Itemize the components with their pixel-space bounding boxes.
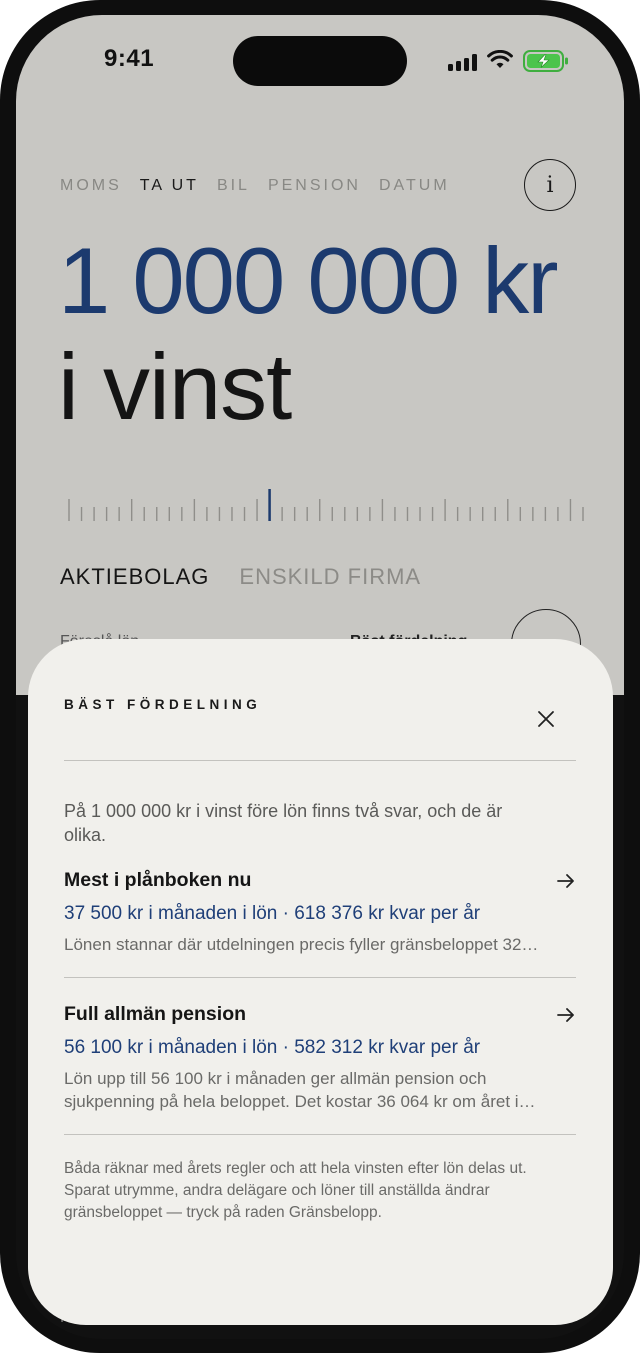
tab-datum[interactable]: DATUM — [379, 177, 450, 195]
amount-slider[interactable] — [66, 485, 586, 525]
option-divider — [64, 977, 576, 978]
wifi-icon — [487, 50, 513, 68]
option-divider — [64, 1134, 576, 1135]
option-summary: 37 500 kr i månaden i lön · 618 376 kr k… — [64, 903, 481, 924]
tab-bil[interactable]: BIL — [217, 177, 250, 195]
arrow-right-icon — [557, 1008, 574, 1022]
screen: 9:41 MOMS TA UT BIL PENSION DATUM i 1 00… — [16, 15, 624, 1339]
tab-aktiebolag[interactable]: AKTIEBOLAG — [60, 564, 209, 590]
best-distribution-sheet: BÄST FÖRDELNING På 1 000 000 kr i vinst … — [28, 639, 613, 1325]
sheet-intro: På 1 000 000 kr i vinst före lön finns t… — [64, 801, 503, 845]
phone-frame: 9:41 MOMS TA UT BIL PENSION DATUM i 1 00… — [0, 0, 640, 1353]
tab-pension[interactable]: PENSION — [268, 177, 361, 195]
tab-enskild-firma[interactable]: ENSKILD FIRMA — [239, 564, 421, 590]
arrow-right-icon — [557, 874, 574, 888]
option-most-in-wallet[interactable]: Mest i plånboken nu 37 500 kr i månaden … — [64, 869, 576, 956]
close-icon[interactable] — [536, 709, 556, 729]
status-time: 9:41 — [104, 45, 155, 72]
sheet-divider — [64, 760, 576, 761]
battery-charging-icon — [523, 50, 568, 72]
info-button[interactable]: i — [524, 159, 576, 211]
calculator-tabs: MOMS TA UT BIL PENSION DATUM — [60, 177, 450, 195]
option-description: Lön upp till 56 100 kr i månaden ger all… — [64, 1069, 536, 1111]
cellular-signal-icon — [448, 54, 478, 71]
info-icon: i — [546, 172, 554, 198]
option-description: Lönen stannar där utdelningen precis fyl… — [64, 935, 539, 954]
option-title: Full allmän pension — [64, 1003, 247, 1025]
profit-amount[interactable]: 1 000 000 kr — [58, 227, 559, 335]
option-full-pension[interactable]: Full allmän pension 56 100 kr i månaden … — [64, 1003, 576, 1113]
dynamic-island — [233, 36, 407, 86]
sheet-title: BÄST FÖRDELNING — [64, 697, 262, 712]
option-title: Mest i plånboken nu — [64, 869, 252, 891]
profit-label: i vinst — [58, 334, 292, 439]
option-summary: 56 100 kr i månaden i lön · 582 312 kr k… — [64, 1037, 481, 1058]
sheet-footnote: Båda räknar med årets regler och att hel… — [64, 1160, 527, 1221]
tab-moms[interactable]: MOMS — [60, 177, 122, 195]
tab-ta-ut[interactable]: TA UT — [140, 177, 199, 195]
company-type-tabs: AKTIEBOLAG ENSKILD FIRMA — [60, 564, 421, 590]
